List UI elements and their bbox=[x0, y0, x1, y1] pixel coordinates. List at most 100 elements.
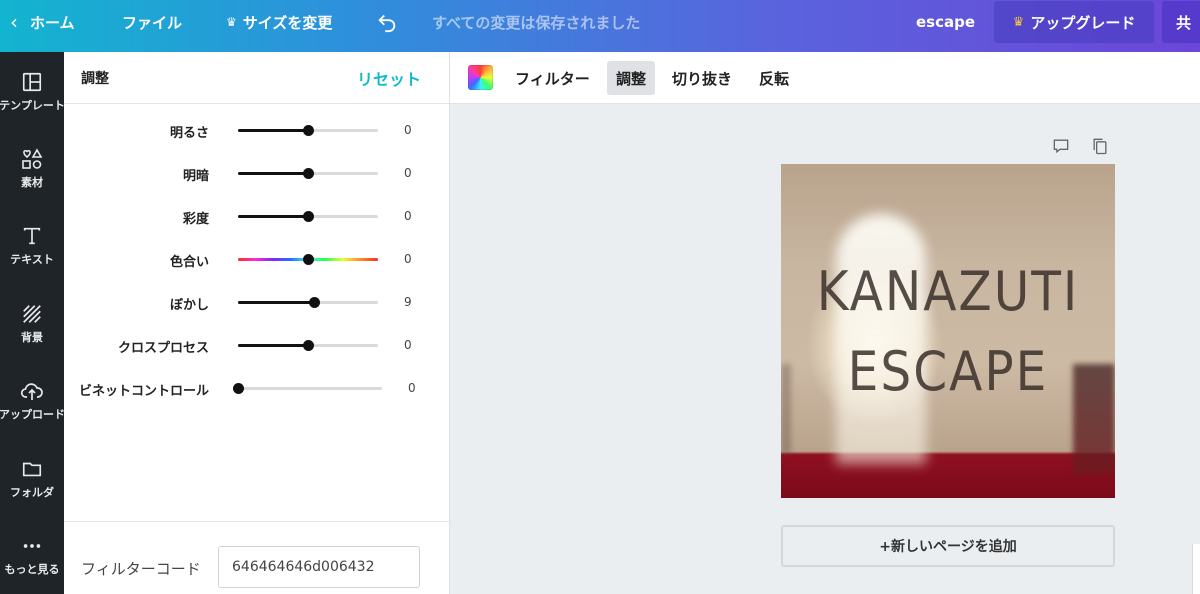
crop-button[interactable]: 切り抜き bbox=[663, 61, 741, 95]
design-text-line-1[interactable]: KANAZUTI bbox=[781, 260, 1115, 323]
undo-icon bbox=[378, 14, 396, 33]
duplicate-page-icon[interactable] bbox=[1090, 136, 1110, 156]
slider-track[interactable] bbox=[238, 254, 378, 265]
slider-tint: 色合い 0 bbox=[64, 247, 449, 271]
reset-button[interactable]: リセット bbox=[357, 66, 421, 90]
rail-item-folders[interactable]: フォルダ bbox=[0, 457, 64, 517]
resize-button[interactable]: ♛ サイズを変更 bbox=[226, 0, 332, 44]
home-button[interactable]: ‹ ホーム bbox=[10, 0, 75, 44]
slider-vignette: ビネットコントロール 0 bbox=[64, 376, 449, 400]
adjust-button[interactable]: 調整 bbox=[607, 61, 656, 95]
slider-label: 明るさ bbox=[169, 126, 209, 141]
canvas-area: KANAZUTI ESCAPE +新しいページを追加 bbox=[450, 104, 1200, 594]
template-icon bbox=[20, 70, 44, 94]
slider-blur: ぼかし 9 bbox=[64, 290, 449, 314]
upload-icon bbox=[20, 379, 44, 403]
slider-track[interactable] bbox=[238, 340, 378, 351]
slider-track[interactable] bbox=[238, 125, 378, 136]
scrollbar[interactable] bbox=[1192, 544, 1200, 594]
upgrade-button[interactable]: ♛ アップグレード bbox=[994, 1, 1154, 43]
slider-handle[interactable] bbox=[233, 383, 244, 394]
slider-value: 9 bbox=[404, 295, 412, 309]
file-menu-button[interactable]: ファイル bbox=[122, 0, 182, 44]
slider-fill bbox=[238, 215, 308, 218]
share-button[interactable]: 共 bbox=[1162, 1, 1200, 43]
document-title[interactable]: escape bbox=[916, 0, 975, 44]
rail-label: アップロード bbox=[0, 408, 65, 421]
rail-item-text[interactable]: テキスト bbox=[0, 224, 64, 284]
slider-fill bbox=[238, 129, 308, 132]
shapes-icon bbox=[20, 147, 44, 171]
home-label: ホーム bbox=[30, 13, 75, 32]
design-text-line-2[interactable]: ESCAPE bbox=[781, 340, 1115, 403]
add-page-button[interactable]: +新しいページを追加 bbox=[781, 525, 1115, 567]
rail-label: もっと見る bbox=[4, 563, 60, 576]
background-icon bbox=[20, 302, 44, 326]
adjust-panel: 調整 リセット 明るさ 0 明暗 0 彩度 0 色合い 0 ぼかし 9 クロスプ… bbox=[64, 52, 450, 594]
panel-title: 調整 bbox=[81, 71, 109, 87]
rail-label: 素材 bbox=[21, 176, 43, 189]
crown-icon: ♛ bbox=[226, 15, 237, 29]
slider-handle[interactable] bbox=[303, 340, 314, 351]
rail-label: フォルダ bbox=[10, 486, 54, 499]
design-page[interactable]: KANAZUTI ESCAPE bbox=[781, 164, 1115, 498]
more-icon bbox=[20, 534, 44, 558]
slider-value: 0 bbox=[404, 123, 412, 137]
slider-label: 明暗 bbox=[182, 169, 209, 184]
slider-label: クロスプロセス bbox=[117, 341, 209, 356]
slider-handle[interactable] bbox=[308, 297, 320, 308]
slider-value: 0 bbox=[408, 381, 416, 395]
rail-item-background[interactable]: 背景 bbox=[0, 302, 64, 362]
rail-label: テキスト bbox=[10, 253, 54, 266]
filter-code-input[interactable] bbox=[218, 546, 420, 588]
slider-track[interactable] bbox=[233, 383, 382, 394]
rail-item-elements[interactable]: 素材 bbox=[0, 147, 64, 207]
filter-code-section: フィルターコード bbox=[64, 521, 449, 594]
slider-handle[interactable] bbox=[303, 254, 314, 265]
slider-handle[interactable] bbox=[303, 168, 314, 179]
share-label: 共 bbox=[1176, 13, 1192, 32]
background-image bbox=[781, 164, 1115, 498]
resize-label: サイズを変更 bbox=[242, 13, 333, 32]
save-status: すべての変更は保存されました bbox=[432, 13, 641, 32]
slider-value: 0 bbox=[404, 252, 412, 266]
slider-saturation: 彩度 0 bbox=[64, 204, 449, 228]
undo-button[interactable] bbox=[376, 0, 398, 44]
filter-code-label: フィルターコード bbox=[81, 560, 201, 578]
editor-toolbar: フィルター 調整 切り抜き 反転 bbox=[450, 52, 1200, 104]
slider-value: 0 bbox=[404, 209, 412, 223]
panel-header: 調整 リセット bbox=[64, 52, 449, 104]
rail-item-uploads[interactable]: アップロード bbox=[0, 379, 65, 439]
slider-handle[interactable] bbox=[303, 125, 314, 136]
upgrade-label: アップグレード bbox=[1030, 13, 1136, 32]
rail-item-templates[interactable]: テンプレート bbox=[0, 70, 65, 130]
flip-button[interactable]: 反転 bbox=[750, 61, 798, 95]
text-icon bbox=[20, 224, 44, 248]
slider-value: 0 bbox=[404, 338, 412, 352]
slider-fill bbox=[238, 301, 314, 304]
door-glow bbox=[836, 214, 926, 464]
slider-contrast: 明暗 0 bbox=[64, 161, 449, 185]
slider-cross-process: クロスプロセス 0 bbox=[64, 333, 449, 357]
slider-track[interactable] bbox=[238, 211, 378, 222]
filter-button[interactable]: フィルター bbox=[506, 61, 599, 95]
slider-fill bbox=[238, 344, 308, 347]
slider-label: 彩度 bbox=[182, 212, 209, 227]
slider-handle[interactable] bbox=[303, 211, 314, 222]
crown-icon: ♛ bbox=[1012, 14, 1025, 30]
rail-item-more[interactable]: もっと見る bbox=[0, 534, 64, 594]
slider-track[interactable] bbox=[238, 168, 378, 179]
slider-brightness: 明るさ 0 bbox=[64, 118, 449, 142]
side-rail: テンプレート 素材 テキスト 背景 アップロード フォルダ もっと見る bbox=[0, 52, 65, 594]
folder-icon bbox=[20, 457, 44, 481]
slider-label: ぼかし bbox=[169, 298, 209, 313]
rail-label: 背景 bbox=[21, 331, 43, 344]
slider-label: 色合い bbox=[169, 255, 209, 270]
slider-value: 0 bbox=[404, 166, 412, 180]
slider-fill bbox=[238, 172, 308, 175]
slider-track[interactable] bbox=[238, 297, 378, 308]
comment-icon[interactable] bbox=[1051, 136, 1071, 156]
color-picker-button[interactable] bbox=[468, 65, 493, 90]
top-bar: ‹ ホーム ファイル ♛ サイズを変更 すべての変更は保存されました escap… bbox=[0, 0, 1200, 52]
chevron-left-icon: ‹ bbox=[10, 10, 18, 34]
